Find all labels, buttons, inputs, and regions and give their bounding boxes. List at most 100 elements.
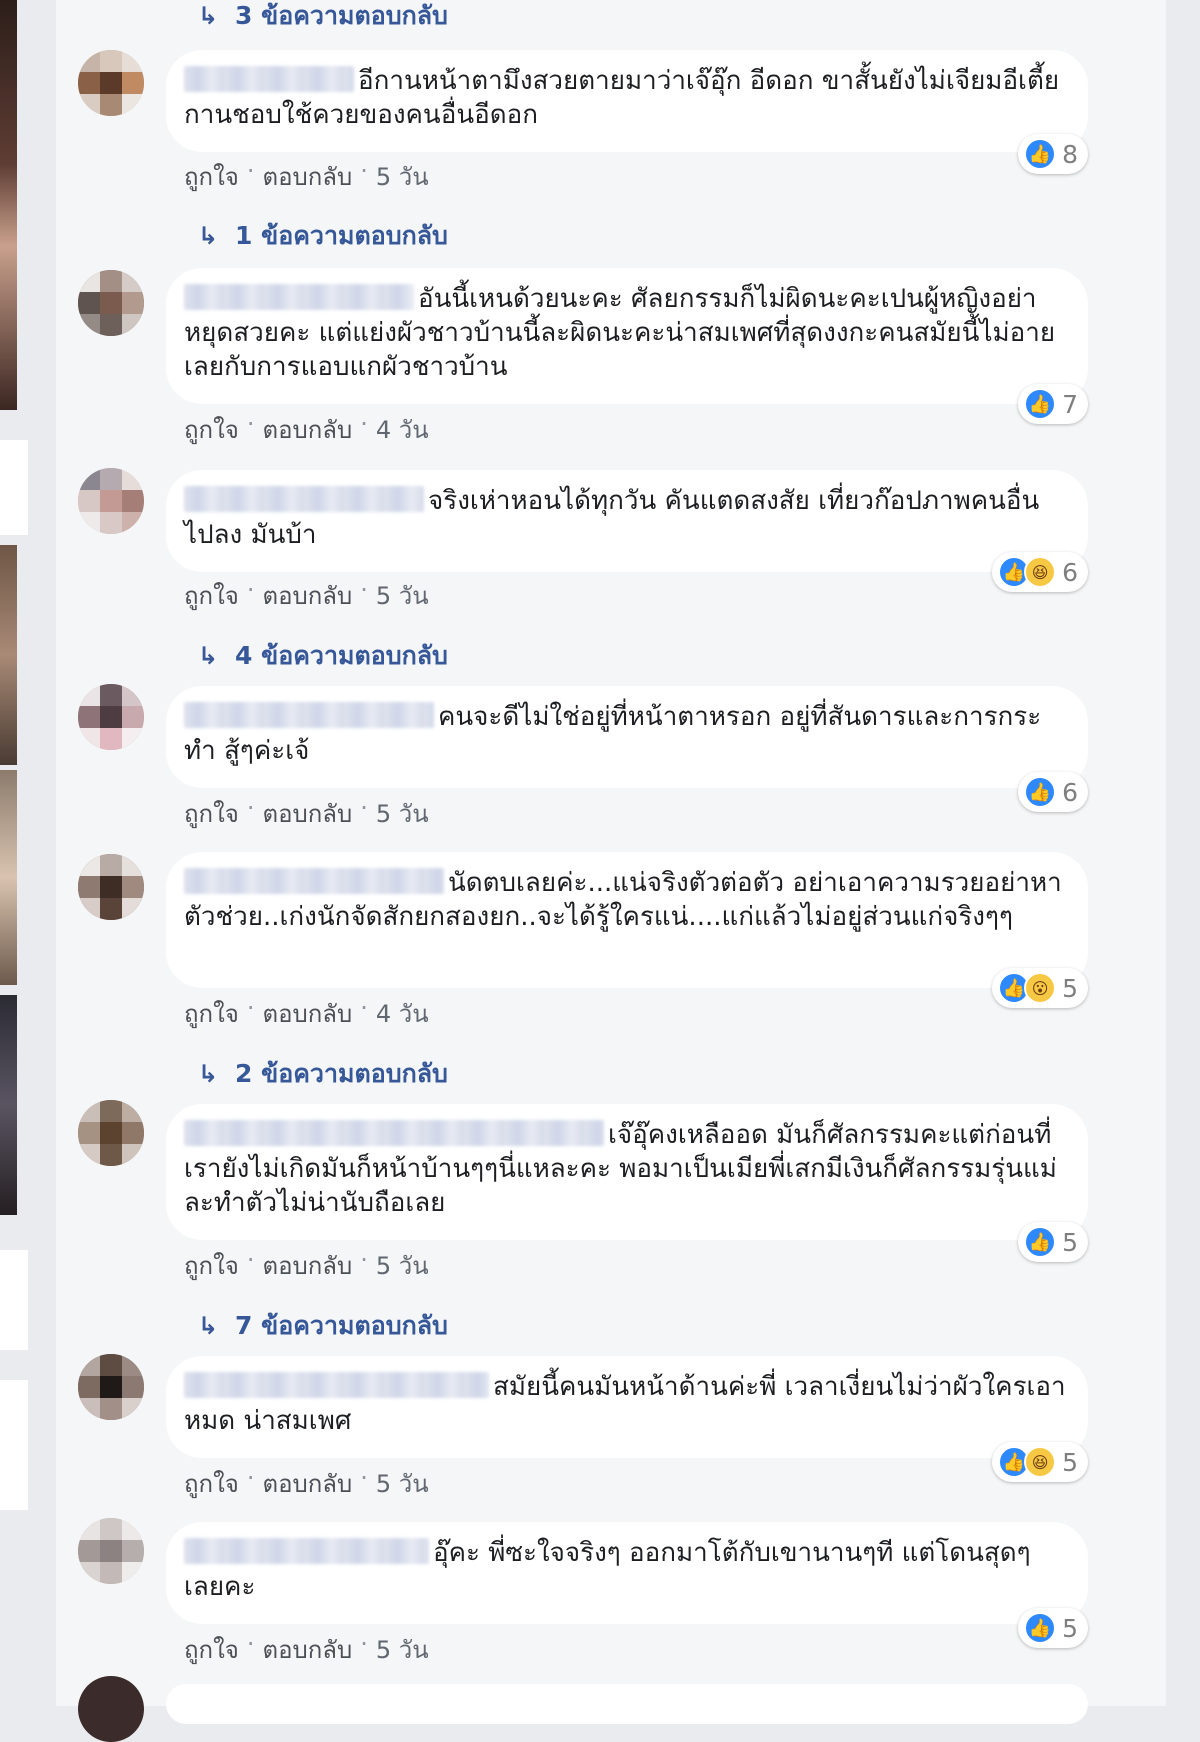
timestamp[interactable]: 5 วัน xyxy=(376,794,429,833)
reaction-count: 5 xyxy=(1062,1613,1078,1643)
timestamp[interactable]: 4 วัน xyxy=(376,410,429,449)
avatar[interactable] xyxy=(78,684,144,750)
like-link[interactable]: ถูกใจ xyxy=(184,1246,239,1285)
comment-bubble: นัดตบเลยค่ะ...แน่จริงตัวต่อตัว อย่าเอาคว… xyxy=(166,852,1088,1008)
reaction-summary[interactable]: 👍 5 xyxy=(1018,1222,1088,1262)
like-link[interactable]: ถูกใจ xyxy=(184,1464,239,1503)
reply-arrow-icon: ↳ xyxy=(197,222,219,250)
avatar[interactable] xyxy=(78,1354,144,1420)
like-icon: 👍 xyxy=(1024,138,1057,170)
reply-link[interactable]: ตอบกลับ xyxy=(262,1630,352,1669)
view-replies-link[interactable]: ↳ 7 ข้อความตอบกลับ xyxy=(195,1306,448,1346)
commenter-name[interactable] xyxy=(184,702,434,728)
reaction-summary[interactable]: 👍 6 xyxy=(1018,772,1088,812)
timestamp[interactable]: 5 วัน xyxy=(376,1246,429,1285)
like-icon: 👍 xyxy=(1024,1612,1057,1644)
avatar[interactable] xyxy=(78,1676,144,1742)
reaction-count: 5 xyxy=(1062,973,1078,1003)
reaction-count: 8 xyxy=(1062,139,1078,169)
reply-arrow-icon: ↳ xyxy=(197,1060,219,1088)
reaction-count: 5 xyxy=(1062,1447,1078,1477)
comment-actions: ถูกใจ · ตอบกลับ · 5 วัน xyxy=(184,1246,429,1285)
reaction-summary[interactable]: 👍 7 xyxy=(1018,384,1088,424)
timestamp[interactable]: 5 วัน xyxy=(376,1464,429,1503)
side-card xyxy=(0,1250,28,1350)
like-icon: 👍 xyxy=(1024,388,1057,420)
comment-bubble: จริงเห่าหอนได้ทุกวัน คันแตดสงสัย เที่ยวก… xyxy=(166,470,1088,592)
timestamp[interactable]: 4 วัน xyxy=(376,994,429,1033)
timestamp[interactable]: 5 วัน xyxy=(376,157,429,196)
left-photo-strip xyxy=(0,0,56,1706)
reply-arrow-icon: ↳ xyxy=(197,2,219,30)
view-replies-link[interactable]: ↳ 2 ข้อความตอบกลับ xyxy=(195,1054,448,1094)
reaction-summary[interactable]: 👍 5 xyxy=(1018,1608,1088,1648)
commenter-name[interactable] xyxy=(184,1120,604,1146)
avatar[interactable] xyxy=(78,854,144,920)
like-link[interactable]: ถูกใจ xyxy=(184,157,239,196)
comment-actions: ถูกใจ · ตอบกลับ · 5 วัน xyxy=(184,1630,429,1669)
reply-link[interactable]: ตอบกลับ xyxy=(262,576,352,615)
view-replies-link[interactable]: ↳ 4 ข้อความตอบกลับ xyxy=(195,636,448,676)
timestamp[interactable]: 5 วัน xyxy=(376,576,429,615)
comment-bubble: คนจะดีไม่ใช่อยู่ที่หน้าตาหรอก อยู่ที่สัน… xyxy=(166,686,1088,812)
comment-actions: ถูกใจ · ตอบกลับ · 5 วัน xyxy=(184,157,429,196)
photo-thumbnail[interactable] xyxy=(0,770,17,985)
like-link[interactable]: ถูกใจ xyxy=(184,1630,239,1669)
comment-bubble xyxy=(166,1684,1088,1724)
commenter-name[interactable] xyxy=(184,486,424,512)
commenter-name[interactable] xyxy=(184,284,414,310)
view-replies-link[interactable]: ↳ 3 ข้อความตอบกลับ xyxy=(195,0,448,36)
photo-thumbnail[interactable] xyxy=(0,0,17,410)
avatar[interactable] xyxy=(78,1518,144,1584)
reply-link[interactable]: ตอบกลับ xyxy=(262,410,352,449)
reaction-count: 5 xyxy=(1062,1227,1078,1257)
wow-icon: 😮 xyxy=(1024,972,1057,1004)
like-link[interactable]: ถูกใจ xyxy=(184,410,239,449)
reply-link[interactable]: ตอบกลับ xyxy=(262,1246,352,1285)
reaction-count: 6 xyxy=(1062,777,1078,807)
commenter-name[interactable] xyxy=(184,868,444,894)
comment-actions: ถูกใจ · ตอบกลับ · 4 วัน xyxy=(184,994,429,1033)
reaction-summary[interactable]: 👍 😆 5 xyxy=(992,1442,1088,1482)
haha-icon: 😆 xyxy=(1024,556,1057,588)
commenter-name[interactable] xyxy=(184,66,354,92)
photo-thumbnail[interactable] xyxy=(0,545,17,765)
commenter-name[interactable] xyxy=(184,1372,489,1398)
timestamp[interactable]: 5 วัน xyxy=(376,1630,429,1669)
reaction-count: 7 xyxy=(1062,389,1078,419)
reply-link[interactable]: ตอบกลับ xyxy=(262,1464,352,1503)
avatar[interactable] xyxy=(78,270,144,336)
comment-bubble: อีกานหน้าตามึงสวยตายมาว่าเจ๊อุ๊ก อีดอก ข… xyxy=(166,50,1088,174)
view-replies-link[interactable]: ↳ 1 ข้อความตอบกลับ xyxy=(195,216,448,256)
avatar[interactable] xyxy=(78,468,144,534)
reply-arrow-icon: ↳ xyxy=(197,642,219,670)
like-link[interactable]: ถูกใจ xyxy=(184,576,239,615)
reaction-count: 6 xyxy=(1062,557,1078,587)
like-icon: 👍 xyxy=(1024,1226,1057,1258)
comment-bubble: เจ๊อุ๊คงเหลืออด มันก็ศัลกรรมคะแต่ก่อนที่… xyxy=(166,1104,1088,1262)
right-gutter xyxy=(1166,0,1200,1706)
like-link[interactable]: ถูกใจ xyxy=(184,794,239,833)
reply-link[interactable]: ตอบกลับ xyxy=(262,994,352,1033)
comment-bubble: อุ๊คะ พี่ซะใจจริงๆ ออกมาโต้กับเขานานๆที … xyxy=(166,1522,1088,1648)
comment-actions: ถูกใจ · ตอบกลับ · 5 วัน xyxy=(184,794,429,833)
reply-link[interactable]: ตอบกลับ xyxy=(262,794,352,833)
reaction-summary[interactable]: 👍 😮 5 xyxy=(992,968,1088,1008)
avatar[interactable] xyxy=(78,50,144,116)
comment-actions: ถูกใจ · ตอบกลับ · 5 วัน xyxy=(184,576,429,615)
reaction-summary[interactable]: 👍 😆 6 xyxy=(992,552,1088,592)
side-card xyxy=(0,440,28,535)
comment-actions: ถูกใจ · ตอบกลับ · 4 วัน xyxy=(184,410,429,449)
haha-icon: 😆 xyxy=(1024,1446,1057,1478)
comment-bubble: อันนี้เหนด้วยนะคะ ศัลยกรรมก็ไม่ผิดนะคะเป… xyxy=(166,268,1088,424)
like-icon: 👍 xyxy=(1024,776,1057,808)
reaction-summary[interactable]: 👍 8 xyxy=(1018,134,1088,174)
commenter-name[interactable] xyxy=(184,1538,429,1564)
comment-actions: ถูกใจ · ตอบกลับ · 5 วัน xyxy=(184,1464,429,1503)
reply-link[interactable]: ตอบกลับ xyxy=(262,157,352,196)
like-link[interactable]: ถูกใจ xyxy=(184,994,239,1033)
comment-bubble: สมัยนี้คนมันหน้าด้านค่ะพี่ เวลาเงี่ยนไม่… xyxy=(166,1356,1088,1482)
photo-thumbnail[interactable] xyxy=(0,995,17,1215)
reply-arrow-icon: ↳ xyxy=(197,1312,219,1340)
avatar[interactable] xyxy=(78,1100,144,1166)
